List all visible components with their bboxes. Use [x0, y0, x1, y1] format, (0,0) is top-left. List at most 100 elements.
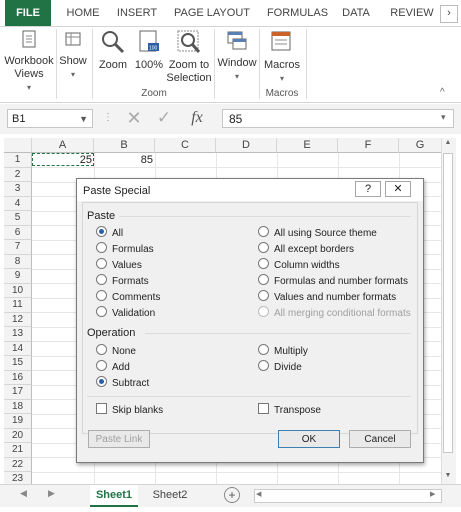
window-label: Window — [217, 57, 257, 69]
scroll-right-icon[interactable]: ▶ — [430, 490, 435, 498]
column-header-f[interactable]: F — [338, 138, 399, 153]
collapse-ribbon-icon[interactable]: ^ — [440, 87, 445, 98]
column-header-a[interactable]: A — [32, 138, 94, 153]
skip-blanks-checkbox[interactable]: Skip blanks — [96, 403, 163, 416]
gridline — [32, 471, 442, 473]
tab-review[interactable]: REVIEW — [389, 0, 435, 26]
chevron-down-icon[interactable]: ▼ — [79, 110, 88, 129]
column-header-e[interactable]: E — [277, 138, 338, 153]
window-button[interactable]: Window ▾ — [217, 29, 257, 87]
scroll-left-icon[interactable]: ◀ — [256, 490, 261, 498]
ribbon-scroll-right-button[interactable]: › — [440, 5, 458, 23]
column-header-d[interactable]: D — [216, 138, 277, 153]
option-label: All merging conditional formats — [274, 308, 411, 319]
formula-bar-grip-icon: ⋮ — [103, 112, 113, 123]
row-header[interactable]: 12 — [4, 312, 32, 327]
column-header-c[interactable]: C — [155, 138, 216, 153]
sheet-tab-sheet1[interactable]: Sheet1 — [90, 485, 138, 507]
scroll-up-icon[interactable]: ▲ — [443, 139, 453, 146]
name-box-value: B1 — [12, 113, 26, 125]
cell-a1[interactable]: 25 — [34, 153, 92, 167]
paste-formats-radio[interactable]: Formats — [96, 274, 149, 287]
paste-comments-radio[interactable]: Comments — [96, 290, 160, 303]
operation-divide-radio[interactable]: Divide — [258, 360, 302, 373]
tab-home[interactable]: HOME — [60, 0, 106, 26]
new-sheet-icon[interactable]: + — [224, 487, 240, 503]
zoom-100-button[interactable]: 100 100% — [133, 29, 165, 87]
scroll-sheets-right-icon[interactable]: ▶ — [48, 488, 55, 499]
row-header[interactable]: 1 — [4, 153, 32, 168]
scroll-down-icon[interactable]: ▼ — [443, 472, 453, 479]
window-icon — [227, 31, 247, 50]
row-header[interactable]: 4 — [4, 196, 32, 211]
tab-data[interactable]: DATA — [338, 0, 374, 26]
ok-button[interactable]: OK — [278, 430, 340, 448]
paste-formulas-radio[interactable]: Formulas — [96, 242, 154, 255]
transpose-checkbox[interactable]: Transpose — [258, 403, 321, 416]
macros-button[interactable]: Macros ▾ — [262, 29, 302, 87]
option-label: Column widths — [274, 260, 340, 271]
operation-add-radio[interactable]: Add — [96, 360, 130, 373]
paste-all-radio[interactable]: All — [96, 226, 123, 239]
show-button[interactable]: Show ▾ — [58, 29, 88, 87]
tab-page-layout[interactable]: PAGE LAYOUT — [172, 0, 252, 26]
paste-values-number-formats-radio[interactable]: Values and number formats — [258, 290, 396, 303]
scroll-sheets-left-icon[interactable]: ◀ — [20, 488, 27, 499]
row-header[interactable]: 9 — [4, 269, 32, 284]
zoom-button[interactable]: Zoom — [95, 29, 131, 87]
operation-multiply-radio[interactable]: Multiply — [258, 344, 308, 357]
cell-b1[interactable]: 85 — [96, 153, 153, 167]
paste-validation-radio[interactable]: Validation — [96, 306, 155, 319]
row-header[interactable]: 22 — [4, 457, 32, 472]
paste-values-radio[interactable]: Values — [96, 258, 142, 271]
row-header[interactable]: 10 — [4, 283, 32, 298]
row-header[interactable]: 13 — [4, 327, 32, 342]
cancel-icon[interactable]: ✕ — [124, 108, 144, 128]
paste-formulas-number-formats-radio[interactable]: Formulas and number formats — [258, 274, 408, 287]
row-header[interactable]: 17 — [4, 385, 32, 400]
row-header[interactable]: 11 — [4, 298, 32, 313]
row-header[interactable]: 3 — [4, 182, 32, 197]
column-header-g[interactable]: G — [399, 138, 442, 153]
chevron-down-icon: ▾ — [70, 70, 75, 79]
enter-icon[interactable]: ✓ — [154, 108, 174, 128]
row-header[interactable]: 5 — [4, 211, 32, 226]
horizontal-scrollbar[interactable] — [254, 489, 442, 503]
row-header[interactable]: 8 — [4, 254, 32, 269]
paste-column-widths-radio[interactable]: Column widths — [258, 258, 340, 271]
zoom-to-selection-button[interactable]: Zoom to Selection — [166, 29, 212, 87]
workbook-views-button[interactable]: Workbook Views ▾ — [4, 29, 54, 92]
row-header[interactable]: 14 — [4, 341, 32, 356]
tab-formulas[interactable]: FORMULAS — [265, 0, 330, 26]
row-header[interactable]: 7 — [4, 240, 32, 255]
sheet-tab-sheet2[interactable]: Sheet2 — [148, 485, 192, 505]
paste-source-theme-radio[interactable]: All using Source theme — [258, 226, 377, 239]
radio-icon — [96, 344, 107, 355]
column-header-b[interactable]: B — [94, 138, 155, 153]
row-header[interactable]: 21 — [4, 443, 32, 458]
vertical-scroll-thumb[interactable] — [443, 153, 453, 453]
row-header[interactable]: 6 — [4, 225, 32, 240]
row-header[interactable]: 18 — [4, 399, 32, 414]
tab-file[interactable]: FILE — [5, 0, 51, 26]
insert-function-icon[interactable]: fx — [186, 107, 208, 129]
paste-except-borders-radio[interactable]: All except borders — [258, 242, 354, 255]
row-header[interactable]: 16 — [4, 370, 32, 385]
expand-formula-bar-icon[interactable]: ▾ — [441, 112, 446, 123]
select-all-corner[interactable] — [4, 138, 32, 153]
tab-insert[interactable]: INSERT — [114, 0, 160, 26]
option-label: All using Source theme — [274, 228, 377, 239]
radio-icon — [96, 258, 107, 269]
name-box[interactable]: B1 ▼ — [7, 109, 93, 128]
formula-input[interactable]: 85 — [222, 109, 454, 128]
cancel-button[interactable]: Cancel — [349, 430, 411, 448]
help-button[interactable]: ? — [355, 181, 381, 197]
row-header[interactable]: 20 — [4, 428, 32, 443]
operation-none-radio[interactable]: None — [96, 344, 136, 357]
row-header[interactable]: 15 — [4, 356, 32, 371]
radio-icon — [258, 242, 269, 253]
operation-subtract-radio[interactable]: Subtract — [96, 376, 149, 389]
row-header[interactable]: 19 — [4, 414, 32, 429]
row-header[interactable]: 2 — [4, 167, 32, 182]
close-button[interactable]: ✕ — [385, 181, 411, 197]
